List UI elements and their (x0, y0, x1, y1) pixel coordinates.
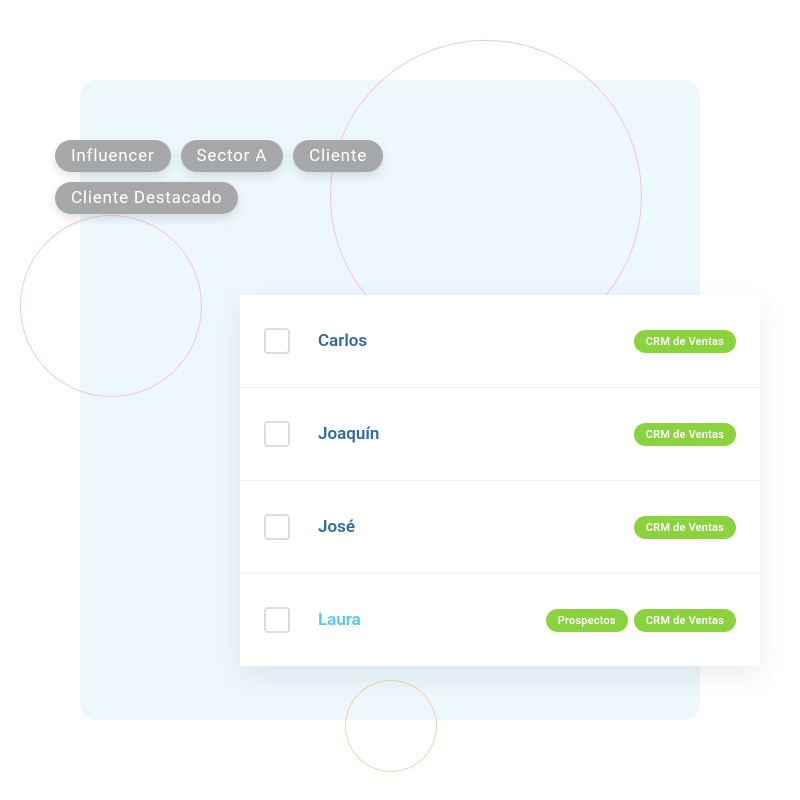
contact-checkbox[interactable] (264, 514, 290, 540)
filter-tag-influencer[interactable]: Influencer (55, 140, 171, 172)
decorative-circle-bottom (345, 680, 437, 772)
contact-row: José CRM de Ventas (240, 481, 760, 574)
contact-row: Joaquín CRM de Ventas (240, 388, 760, 481)
filter-tag-cliente[interactable]: Cliente (293, 140, 383, 172)
contact-name-link[interactable]: Laura (318, 610, 361, 630)
contact-tag-badge: CRM de Ventas (634, 330, 736, 353)
contact-tag-badge: Prospectos (546, 609, 628, 632)
stage: Influencer Sector A Cliente Cliente Dest… (0, 0, 800, 800)
contact-row: Carlos CRM de Ventas (240, 295, 760, 388)
contact-tag-badge: CRM de Ventas (634, 609, 736, 632)
contact-checkbox[interactable] (264, 421, 290, 447)
contact-checkbox[interactable] (264, 328, 290, 354)
contact-tag-badge: CRM de Ventas (634, 423, 736, 446)
contact-name-link[interactable]: Carlos (318, 331, 367, 351)
decorative-circle-small (20, 215, 202, 397)
contact-checkbox[interactable] (264, 607, 290, 633)
filter-tag-sector-a[interactable]: Sector A (181, 140, 284, 172)
contact-name-link[interactable]: Joaquín (318, 424, 379, 444)
contact-name-link[interactable]: José (318, 517, 355, 537)
filter-tag-group: Influencer Sector A Cliente Cliente Dest… (55, 140, 485, 214)
contact-tag-badge: CRM de Ventas (634, 516, 736, 539)
contact-list: Carlos CRM de Ventas Joaquín CRM de Vent… (240, 295, 760, 666)
filter-tag-cliente-destacado[interactable]: Cliente Destacado (55, 182, 238, 214)
contact-row: Laura Prospectos CRM de Ventas (240, 574, 760, 666)
